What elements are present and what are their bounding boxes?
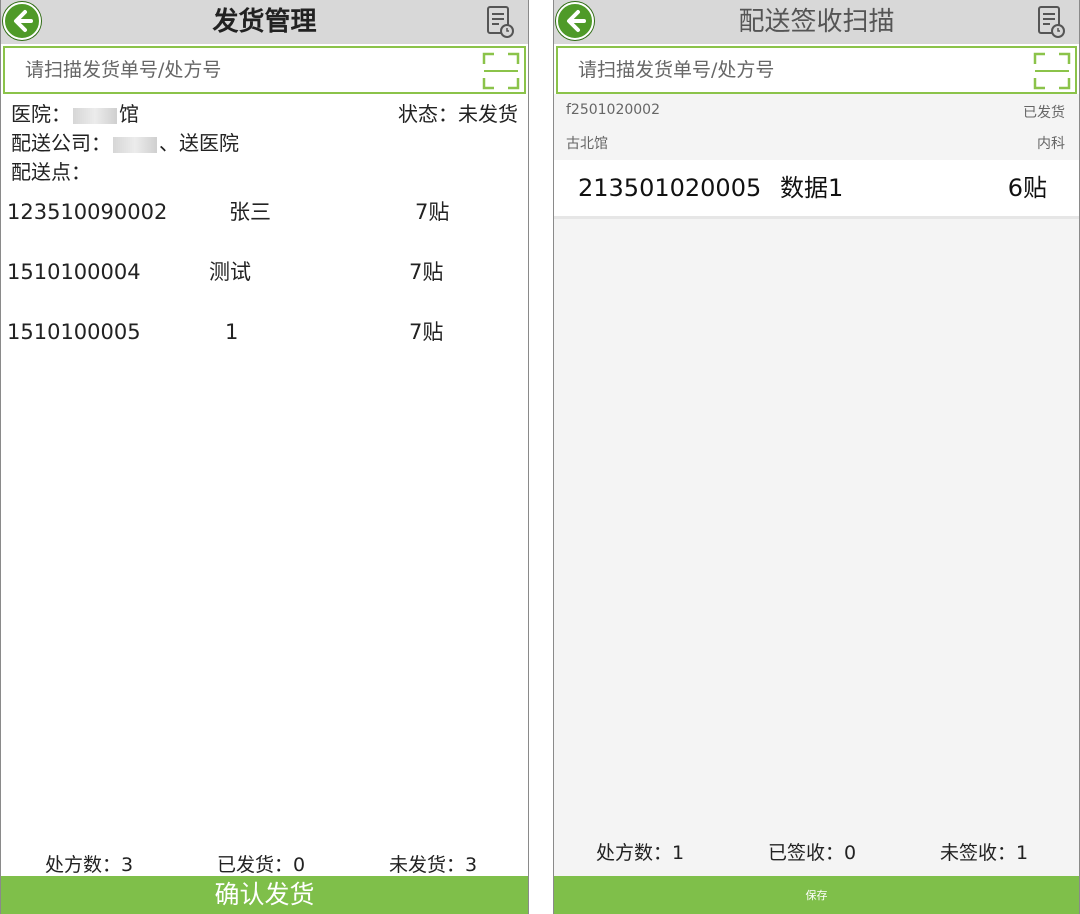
patient-name: 测试 [209,260,251,284]
dose-quantity: 7贴 [415,200,450,224]
delivery-company-info: 配送公司： 、送医院 [11,127,239,156]
scan-search-bar [3,46,526,94]
signed-count: 已签收：0 [768,842,857,864]
shipping-status: 状态：未发货 [398,102,518,126]
redacted-hospital-name [73,107,117,124]
dose-quantity: 7贴 [409,260,444,284]
scan-search-bar [556,46,1077,94]
scan-frame-icon[interactable] [1033,52,1071,90]
prescription-row[interactable]: 1510100005 1 7贴 [1,314,528,350]
delivery-sign-scan-screen: 配送签收扫描 f2501020002 已发货 古北馆 内科 2135010200… [553,0,1080,914]
prescription-row[interactable]: 123510090002 张三 7贴 [1,194,528,230]
hospital-info: 医院： 馆 [11,98,139,127]
page-title: 配送签收扫描 [738,7,895,37]
prescription-id: 123510090002 [7,200,168,224]
unsigned-count: 未签收：1 [940,842,1029,864]
header-bar: 配送签收扫描 [554,0,1079,44]
company-label: 配送公司： [11,131,111,155]
prescription-count: 处方数：1 [596,842,685,864]
patient-name: 1 [225,320,239,344]
prescription-id: 1510100004 [7,260,141,284]
back-button[interactable] [3,2,41,40]
list-background [554,219,1079,876]
hospital-label: 医院： [11,102,71,126]
header-bar: 发货管理 [1,0,528,44]
department-name: 内科 [1037,136,1065,152]
scan-frame-icon[interactable] [482,52,520,90]
confirm-ship-button[interactable]: 确认发货 [1,876,528,914]
shipping-management-screen: 发货管理 医院： 馆 状态：未发货 配送公司： 、送医院 配送点： 12351009… [0,0,529,914]
delivery-point-info: 配送点： [11,160,91,184]
prescription-count: 处方数：3 [45,854,134,876]
hospital-suffix: 馆 [119,102,139,126]
company-suffix: 、送医院 [159,131,239,155]
hospital-name: 古北馆 [566,136,608,152]
item-name: 数据1 [780,174,844,202]
prescription-item[interactable]: 213501020005 数据1 6贴 [554,160,1079,219]
back-button[interactable] [556,2,594,40]
shipped-count: 已发货：0 [217,854,306,876]
order-number: f2501020002 [566,102,661,118]
unshipped-count: 未发货：3 [389,854,478,876]
dose-quantity: 7贴 [409,320,444,344]
prescription-id: 213501020005 [578,174,762,202]
redacted-company-name [113,136,157,153]
dose-quantity: 6贴 [1007,174,1047,202]
document-clock-icon[interactable] [486,6,514,38]
page-title: 发货管理 [212,7,317,37]
back-arrow-icon [567,10,586,32]
prescription-id: 1510100005 [7,320,141,344]
save-button[interactable]: 保存 [554,876,1079,914]
patient-name: 张三 [229,200,271,224]
document-clock-icon[interactable] [1037,6,1065,38]
back-arrow-icon [14,10,33,32]
scan-input[interactable] [5,48,475,92]
scan-input[interactable] [558,48,1028,92]
order-status: 已发货 [1023,105,1065,121]
prescription-row[interactable]: 1510100004 测试 7贴 [1,254,528,290]
